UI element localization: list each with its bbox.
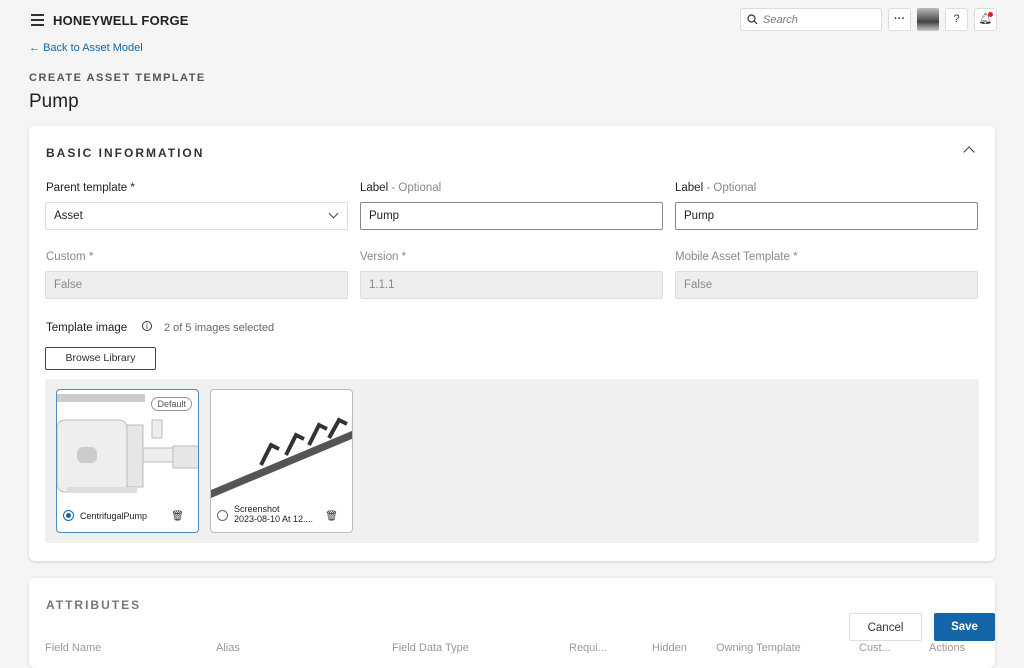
avatar[interactable]: [917, 8, 939, 31]
section-title: ATTRIBUTES: [46, 598, 142, 612]
help-button[interactable]: ?: [945, 8, 968, 31]
custom-label: Custom *: [46, 251, 94, 263]
parent-template-select[interactable]: Asset: [45, 202, 348, 230]
parent-template-label: Parent template *: [46, 182, 135, 194]
mobile-template-label: Mobile Asset Template *: [675, 251, 798, 263]
column-header: Field Name: [45, 642, 102, 654]
back-link-label: Back to Asset Model: [43, 42, 143, 54]
top-bar: HONEYWELL FORGE Search ··· ? 🔔︎: [0, 0, 1024, 40]
image-gallery: Default CentrifugalPump 🗑︎ Screenshot 202…: [45, 379, 979, 543]
template-image-label: Template image: [46, 322, 128, 334]
label-field-label-2: Label - Optional: [675, 182, 757, 194]
search-input[interactable]: Search: [740, 8, 882, 31]
column-header: Alias: [216, 642, 240, 654]
version-label: Version *: [360, 251, 407, 263]
help-icon: ?: [953, 13, 960, 25]
image-tile[interactable]: Screenshot 2023-08-10 At 12.... 🗑︎: [210, 389, 353, 533]
image-name: CentrifugalPump: [80, 511, 148, 521]
browse-library-button[interactable]: Browse Library: [45, 347, 156, 370]
custom-field: False: [45, 271, 348, 299]
image-tile[interactable]: Default CentrifugalPump 🗑︎: [56, 389, 199, 533]
info-icon[interactable]: i: [142, 321, 152, 331]
back-link[interactable]: ← Back to Asset Model: [29, 42, 143, 54]
image-radio[interactable]: [217, 510, 228, 521]
label-input-2[interactable]: Pump: [675, 202, 978, 230]
column-header: Field Data Type: [392, 642, 469, 654]
more-button[interactable]: ···: [888, 8, 911, 31]
search-placeholder: Search: [763, 14, 798, 26]
parent-template-value: Asset: [54, 210, 83, 222]
chevron-down-icon: [328, 208, 339, 219]
image-radio[interactable]: [63, 510, 74, 521]
chevron-up-icon[interactable]: [963, 146, 975, 158]
save-button[interactable]: Save: [934, 613, 995, 641]
hamburger-menu-icon[interactable]: [31, 14, 44, 29]
search-icon: [747, 14, 758, 25]
conveyor-image: [211, 417, 352, 498]
column-header: Owning Template: [716, 642, 801, 654]
label-field-label: Label - Optional: [360, 182, 442, 194]
trash-icon[interactable]: 🗑︎: [171, 511, 184, 522]
trash-icon[interactable]: 🗑︎: [325, 511, 338, 522]
cancel-button[interactable]: Cancel: [849, 613, 922, 641]
section-title: BASIC INFORMATION: [46, 146, 205, 160]
brand-logo: HONEYWELL FORGE: [53, 13, 189, 28]
notifications-button[interactable]: 🔔︎: [974, 8, 997, 31]
column-header: Cust...: [859, 642, 891, 654]
column-header: Hidden: [652, 642, 687, 654]
image-count: 2 of 5 images selected: [164, 322, 275, 334]
arrow-left-icon: ←: [29, 42, 44, 54]
basic-information-card: BASIC INFORMATION Parent template * Asse…: [29, 126, 995, 561]
default-badge: Default: [151, 397, 192, 411]
mobile-template-field: False: [675, 271, 978, 299]
page-title: Pump: [29, 91, 79, 112]
version-field: 1.1.1: [360, 271, 663, 299]
notification-dot: [988, 12, 993, 17]
label-input[interactable]: Pump: [360, 202, 663, 230]
column-header: Requi...: [569, 642, 607, 654]
column-header: Actions: [929, 642, 966, 654]
image-name: Screenshot 2023-08-10 At 12....: [234, 504, 314, 524]
page-subtitle: CREATE ASSET TEMPLATE: [29, 72, 206, 84]
